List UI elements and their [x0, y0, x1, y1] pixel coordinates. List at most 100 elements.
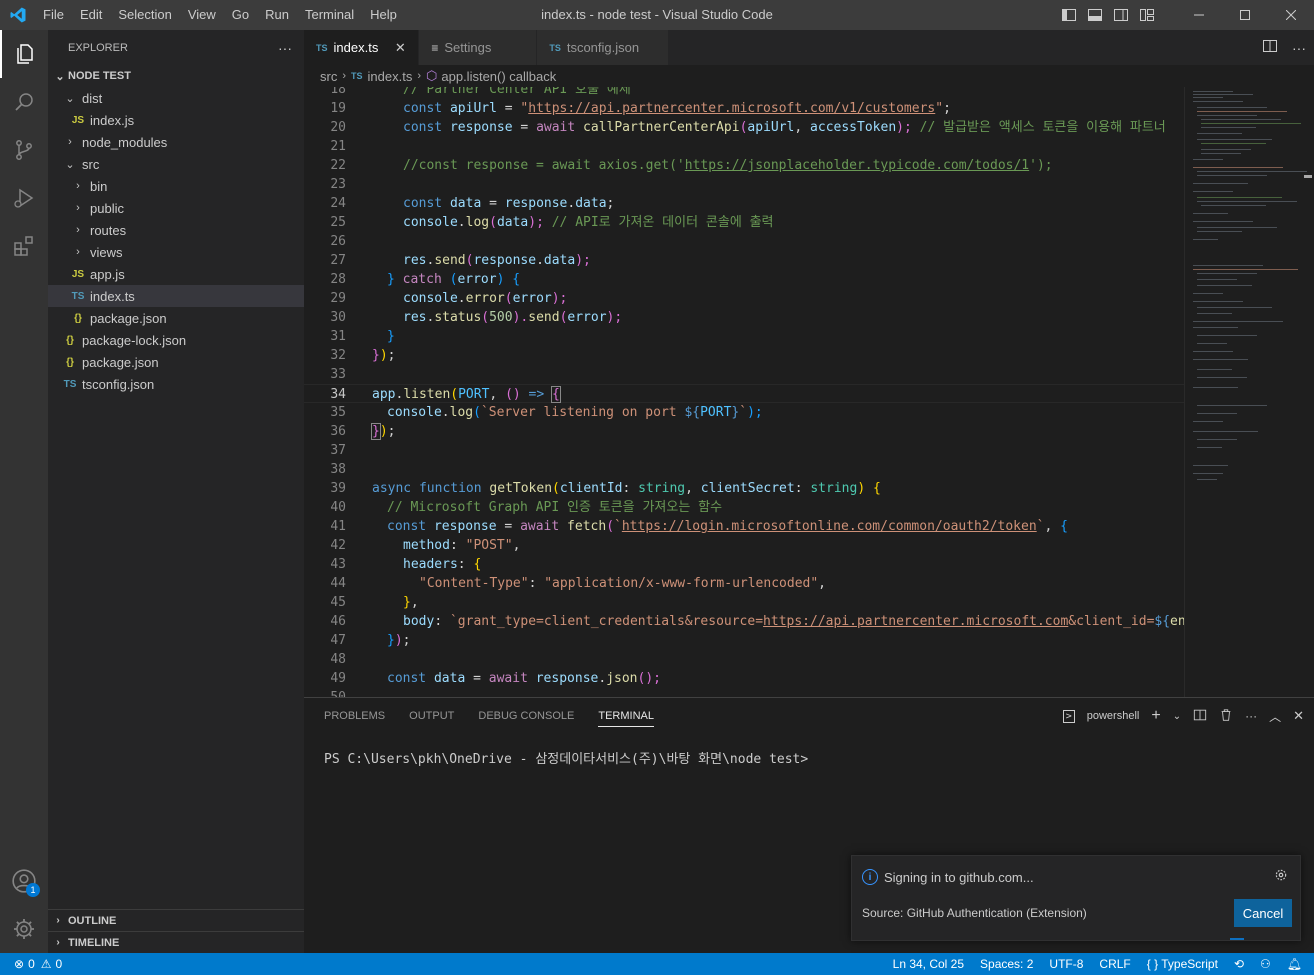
code-editor[interactable]: 18// Partner Center API 호출 예제 19 const ap… [304, 87, 1184, 697]
line-number: 49 [330, 671, 346, 686]
tab-debug-console[interactable]: DEBUG CONSOLE [478, 710, 574, 722]
error-icon: ⊗ [14, 957, 25, 971]
tree-item-routes[interactable]: › routes [48, 219, 304, 241]
more-actions-button[interactable]: ··· [278, 40, 292, 56]
extensions-activity[interactable] [0, 222, 48, 270]
line-number: 34 [330, 387, 346, 402]
minimize-button[interactable] [1176, 0, 1222, 30]
close-icon[interactable]: ✕ [392, 40, 408, 56]
run-debug-activity[interactable] [0, 174, 48, 222]
line-number: 31 [330, 329, 346, 344]
source-control-activity[interactable] [0, 126, 48, 174]
cancel-button[interactable]: Cancel [1234, 899, 1292, 927]
more-actions-icon[interactable]: ··· [1245, 709, 1257, 723]
menu-go[interactable]: Go [224, 0, 257, 30]
terminal-prompt[interactable]: PS C:\Users\pkh\OneDrive - 삼정데이타서비스(주)\바… [324, 748, 808, 767]
gear-icon[interactable] [1274, 868, 1288, 885]
tab-index-ts[interactable]: TS index.ts ✕ [304, 30, 420, 65]
outline-section[interactable]: › OUTLINE [48, 909, 304, 931]
breadcrumb-file[interactable]: index.ts [368, 69, 413, 84]
workspace-root[interactable]: ⌄ NODE TEST [48, 65, 304, 87]
tree-item-tsconfig-json[interactable]: TS tsconfig.json [48, 373, 304, 395]
close-window-button[interactable] [1268, 0, 1314, 30]
timeline-section[interactable]: › TIMELINE [48, 931, 304, 953]
code-line: 45}, [304, 593, 1184, 612]
feedback-icon[interactable]: ⚇ [1260, 957, 1271, 971]
menu-selection[interactable]: Selection [110, 0, 179, 30]
problems-status[interactable]: ⊗ 0 ⚠ 0 [0, 957, 62, 971]
manage-activity[interactable] [0, 905, 48, 953]
terminal-shell-label[interactable]: powershell [1087, 710, 1140, 722]
split-editor-icon[interactable] [1262, 38, 1278, 57]
tab-settings[interactable]: ≡ Settings [419, 30, 538, 65]
tree-item-src[interactable]: ⌄ src [48, 153, 304, 175]
line-number: 40 [330, 500, 346, 515]
tree-item-views[interactable]: › views [48, 241, 304, 263]
encoding[interactable]: UTF-8 [1049, 957, 1083, 971]
ts-file-icon: TS [71, 290, 85, 302]
menu-help[interactable]: Help [362, 0, 405, 30]
tree-item-node-modules[interactable]: › node_modules [48, 131, 304, 153]
breadcrumb-folder[interactable]: src [320, 69, 337, 84]
search-activity[interactable] [0, 78, 48, 126]
code-line: 18// Partner Center API 호출 예제 [304, 87, 1184, 99]
breadcrumb-symbol[interactable]: app.listen() callback [441, 69, 556, 84]
tree-item-bin[interactable]: › bin [48, 175, 304, 197]
line-number: 42 [330, 538, 346, 553]
accounts-activity[interactable]: 1 [0, 857, 48, 905]
line-ending[interactable]: CRLF [1099, 957, 1130, 971]
more-actions-icon[interactable]: ··· [1292, 40, 1306, 56]
cursor-position[interactable]: Ln 34, Col 25 [893, 957, 964, 971]
tab-problems[interactable]: PROBLEMS [324, 710, 385, 722]
chevron-down-icon: ⌄ [65, 158, 75, 171]
tree-item-index-ts[interactable]: TS index.ts [48, 285, 304, 307]
warning-count: 0 [55, 957, 63, 971]
new-terminal-icon[interactable]: + [1151, 707, 1160, 725]
maximize-panel-icon[interactable]: ︿ [1269, 708, 1281, 725]
tab-label: index.ts [333, 40, 379, 55]
toggle-primary-sidebar-icon[interactable] [1060, 6, 1078, 24]
minimap[interactable] [1184, 87, 1314, 697]
tree-item-src-package-json[interactable]: {} package.json [48, 307, 304, 329]
toggle-panel-icon[interactable] [1086, 6, 1104, 24]
tree-item-package-lock-json[interactable]: {} package-lock.json [48, 329, 304, 351]
explorer-sidebar: EXPLORER ··· ⌄ NODE TEST ⌄ dist JS index… [48, 30, 304, 953]
customize-layout-icon[interactable] [1138, 6, 1156, 24]
menu-run[interactable]: Run [257, 0, 297, 30]
tree-item-dist[interactable]: ⌄ dist [48, 87, 304, 109]
maximize-button[interactable] [1222, 0, 1268, 30]
menu-edit[interactable]: Edit [72, 0, 110, 30]
menu-file[interactable]: File [35, 0, 72, 30]
explorer-title: EXPLORER [68, 41, 128, 54]
code-line: 24 const data = response.data; [304, 194, 1184, 213]
tree-item-package-json[interactable]: {} package.json [48, 351, 304, 373]
tab-terminal[interactable]: TERMINAL [598, 705, 654, 727]
explorer-activity[interactable] [0, 30, 48, 78]
tree-item-app-js[interactable]: JS app.js [48, 263, 304, 285]
tree-item-label: dist [82, 90, 103, 106]
ts-file-icon: TS [63, 378, 77, 390]
trash-icon[interactable] [1219, 708, 1233, 725]
language-mode[interactable]: { } TypeScript [1147, 957, 1218, 971]
code-line: 27 res.send(response.data); [304, 251, 1184, 270]
live-share-icon[interactable]: ⟲ [1234, 957, 1244, 971]
tab-output[interactable]: OUTPUT [409, 710, 454, 722]
tree-item-public[interactable]: › public [48, 197, 304, 219]
code-line: 20 const response = await callPartnerCent… [304, 118, 1184, 137]
minimap-scroll-thumb[interactable] [1304, 175, 1312, 178]
menu-terminal[interactable]: Terminal [297, 0, 362, 30]
close-icon[interactable]: ✕ [1293, 708, 1304, 724]
code-line: 43 headers: { [304, 555, 1184, 574]
tab-tsconfig-json[interactable]: TS tsconfig.json [537, 30, 670, 65]
code-line: 30 res.status(500).send(error); [304, 308, 1184, 327]
toggle-secondary-sidebar-icon[interactable] [1112, 6, 1130, 24]
tree-item-index-js[interactable]: JS index.js [48, 109, 304, 131]
info-icon: i [862, 869, 878, 885]
menu-view[interactable]: View [180, 0, 224, 30]
chevron-down-icon[interactable]: ⌄ [1173, 711, 1181, 722]
notifications-bell-icon[interactable]: 🔔︎ [1287, 957, 1302, 971]
indentation[interactable]: Spaces: 2 [980, 957, 1033, 971]
source-control-icon [16, 140, 32, 160]
split-terminal-icon[interactable] [1193, 708, 1207, 725]
ts-file-icon: TS [351, 71, 363, 81]
